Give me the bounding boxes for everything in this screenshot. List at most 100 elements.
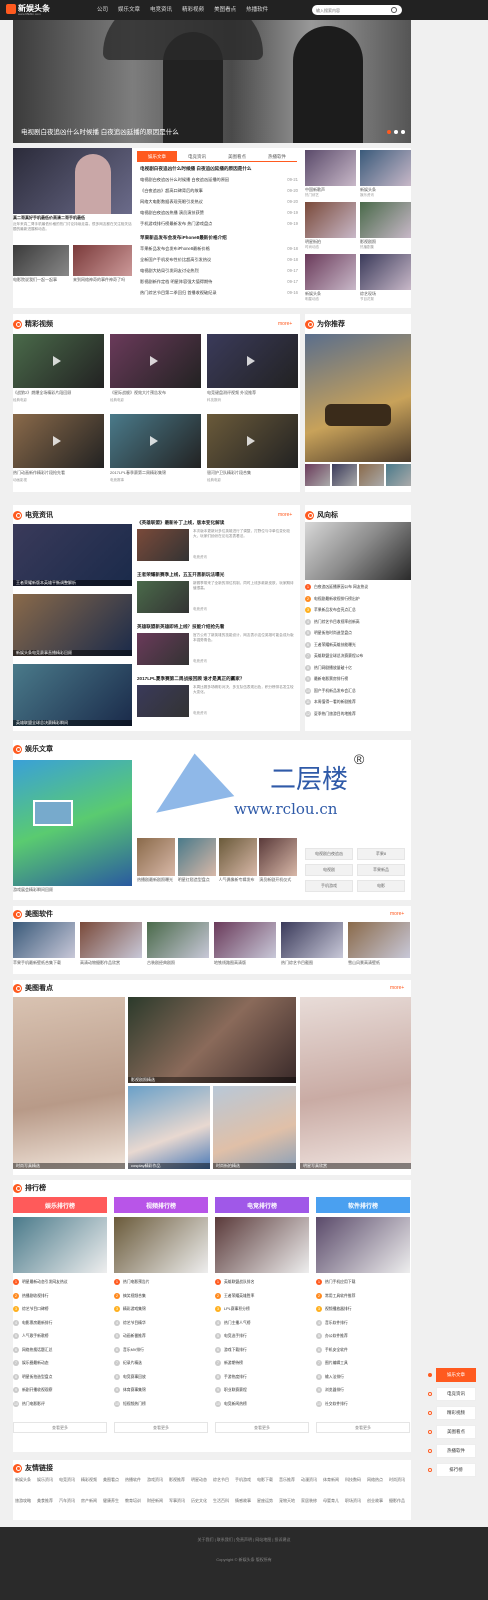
news-thumb-image[interactable]	[360, 150, 411, 186]
hero-dot-1[interactable]	[387, 130, 391, 134]
rank-column-header[interactable]: 视频排行榜	[114, 1197, 208, 1213]
friend-link[interactable]: 星座运势	[257, 1498, 273, 1517]
rank-column-image[interactable]	[316, 1217, 410, 1273]
rank-item[interactable]: 9 职业联赛赛程	[215, 1387, 309, 1393]
trend-item[interactable]: 7 英雄联盟全球总决赛赛程公布	[305, 653, 409, 659]
pics-item[interactable]: 古装剧经典剧照	[147, 922, 209, 972]
rank-item[interactable]: 2 搞笑视频合集	[114, 1292, 208, 1299]
pics-item[interactable]: 高清动物摄影作品欣赏	[80, 922, 142, 972]
video-thumb[interactable]	[13, 414, 104, 468]
friend-link[interactable]: 音乐推荐	[279, 1477, 295, 1496]
news-list-item[interactable]: 影视剧新作定档 明星阵容强大值得期待 09-17	[140, 279, 298, 285]
friend-link[interactable]: 精彩视频	[81, 1477, 97, 1496]
video-caption[interactable]: 《星际战舰》视效大片预告发布	[110, 390, 201, 396]
nav-item-2[interactable]: 娱乐文章	[113, 0, 145, 20]
news-thumb-image[interactable]	[360, 254, 411, 290]
rank-column-header[interactable]: 电竞排行榜	[215, 1197, 309, 1213]
rank-item[interactable]: 6 音乐MV排行	[114, 1346, 208, 1353]
rank-column-image[interactable]	[13, 1217, 107, 1273]
friend-link[interactable]: 明星动态	[191, 1477, 207, 1496]
friend-link[interactable]: 热播软件	[125, 1477, 141, 1496]
pics-item[interactable]: 雪山风景高清壁纸	[348, 922, 410, 972]
news-list-item[interactable]: 网络大电影数据表现亮眼引发热议 09-20	[140, 199, 298, 205]
rank-item[interactable]: 10 热门电影影评	[13, 1400, 107, 1407]
float-nav-item[interactable]: 电竞资讯	[436, 1387, 476, 1401]
news-small-image-1[interactable]	[13, 245, 69, 276]
play-icon[interactable]	[150, 436, 158, 446]
rank-item[interactable]: 9 浏览器排行	[316, 1387, 410, 1393]
news-list-item[interactable]: 电视剧白夜追凶什么时候播 白夜追凶延播的原因 09-21	[140, 177, 298, 183]
friend-link[interactable]: 综艺节目	[213, 1477, 229, 1496]
news-small-image-2[interactable]	[73, 245, 132, 276]
trend-item[interactable]: 1 白夜追凶延播原因公布 网友热议	[305, 584, 409, 590]
rank-item[interactable]: 4 音乐软件排行	[316, 1319, 410, 1326]
news-list-item[interactable]: 电视剧白夜追凶什么时候播 白夜追凶延播的原因是什么	[140, 166, 298, 172]
video-more-link[interactable]: more+	[278, 321, 292, 327]
footer-links[interactable]: 关于我们 | 联系我们 | 免责声明 | 网站地图 | 投诉建议	[0, 1537, 488, 1543]
news-list-item[interactable]: 《白夜追凶》超高口碑背后的故事 09-20	[140, 188, 298, 194]
nav-item-1[interactable]: 公司	[92, 0, 113, 20]
esports-more-link[interactable]: more+	[278, 512, 292, 518]
float-nav-item[interactable]: 排行榜	[436, 1463, 476, 1477]
video-thumb[interactable]	[110, 414, 201, 468]
rank-item[interactable]: 7 新游期待榜	[215, 1360, 309, 1366]
ent-item[interactable]: 人气偶像新专辑发布	[218, 838, 257, 886]
friend-link[interactable]: 健康养生	[103, 1498, 119, 1517]
trend-item[interactable]: 6 王者荣耀新英雄技能曝光	[305, 641, 409, 648]
trend-item[interactable]: 3 苹果新品发布会亮点汇总	[305, 607, 409, 613]
trend-item[interactable]: 12 夏季热门旅游目的地推荐	[305, 710, 409, 717]
esports-item-thumb[interactable]	[137, 581, 189, 613]
news-thumb-image[interactable]	[305, 254, 356, 290]
rank-item[interactable]: 6 网络热搜话题汇总	[13, 1346, 107, 1353]
video-caption[interactable]: 银河护卫队精彩片段合集	[207, 470, 298, 476]
friend-link[interactable]: 科技数码	[345, 1477, 361, 1496]
trend-item[interactable]: 5 明星街拍时尚造型盘点	[305, 630, 409, 636]
hero-dot-2[interactable]	[394, 130, 398, 134]
float-nav-item[interactable]: 娱乐文章	[436, 1368, 476, 1382]
friend-link[interactable]: 动漫资讯	[301, 1477, 317, 1496]
friend-link[interactable]: 历史文化	[191, 1498, 207, 1517]
rank-item[interactable]: 1 明星最新动态引发网友热议	[13, 1279, 107, 1285]
play-icon[interactable]	[150, 356, 158, 366]
news-thumb-image[interactable]	[305, 202, 356, 238]
play-icon[interactable]	[247, 436, 255, 446]
esports-image[interactable]: 英雄联盟全球总决赛精彩瞬间	[13, 664, 132, 726]
rank-item[interactable]: 9 新剧开播收视观察	[13, 1387, 107, 1393]
friend-link[interactable]: 房产新闻	[81, 1498, 97, 1517]
rank-item[interactable]: 8 明星街拍造型盘点	[13, 1373, 107, 1380]
photo-2[interactable]: 影视剧照精选	[128, 997, 296, 1083]
news-list-item[interactable]: 电视剧大结局引发网友讨论热烈 09-17	[140, 268, 298, 274]
news-list-item[interactable]: 手机游戏排行榜最新发布 热门游戏盘点 09-19	[140, 221, 298, 227]
news-small-caption-2[interactable]: 来到网络神奇的事件神奇了吗	[73, 277, 132, 283]
news-feature-caption[interactable]: 真二哥真好手机最低价高清二哥手机最低	[13, 215, 132, 221]
rank-item[interactable]: 1 英雄联盟战队排名	[215, 1279, 309, 1285]
rank-item[interactable]: 8 输入法排行	[316, 1373, 410, 1380]
rank-item[interactable]: 9 体育赛事集锦	[114, 1387, 208, 1393]
rank-item[interactable]: 4 热门主播人气榜	[215, 1319, 309, 1326]
play-icon[interactable]	[247, 356, 255, 366]
ent-tag[interactable]: 电视剧白夜追凶	[305, 848, 353, 860]
news-feature-image[interactable]	[13, 148, 132, 214]
news-thumb-image[interactable]	[305, 150, 356, 186]
friend-link[interactable]: 创业故事	[367, 1498, 383, 1517]
rank-item[interactable]: 7 图片编辑工具	[316, 1360, 410, 1366]
pics-item[interactable]: 苹果手机最新壁纸合集下载	[13, 922, 75, 972]
ent-tag[interactable]: 手机游戏	[305, 880, 353, 892]
trend-image[interactable]	[305, 522, 411, 580]
rank-item[interactable]: 6 手机安全软件	[316, 1346, 410, 1353]
friend-link[interactable]: 母婴育儿	[323, 1498, 339, 1517]
pics-item[interactable]: 热门综艺节目截图	[281, 922, 343, 972]
friend-link[interactable]: 新娱头条	[15, 1477, 31, 1496]
photo-4[interactable]: cosplay精彩作品	[128, 1086, 210, 1169]
esports-item-thumb[interactable]	[137, 529, 189, 561]
recommend-mini-thumb[interactable]	[305, 464, 330, 486]
trend-item[interactable]: 11 本周值得一看的新剧推荐	[305, 699, 409, 705]
play-icon[interactable]	[53, 356, 61, 366]
rank-item[interactable]: 2 热播剧收视排行	[13, 1292, 107, 1299]
ent-item[interactable]: 演员新剧开机仪式	[259, 838, 298, 886]
friend-link[interactable]: 体育新闻	[323, 1477, 339, 1496]
friend-link[interactable]: 教育培训	[125, 1498, 141, 1517]
news-tab-4[interactable]: 热播软件	[257, 151, 297, 162]
news-list-item[interactable]: 全新国产手机发布性价比超高引发热议 09-18	[140, 257, 298, 263]
trend-item[interactable]: 2 电视剧最新收视排行榜出炉	[305, 595, 409, 602]
